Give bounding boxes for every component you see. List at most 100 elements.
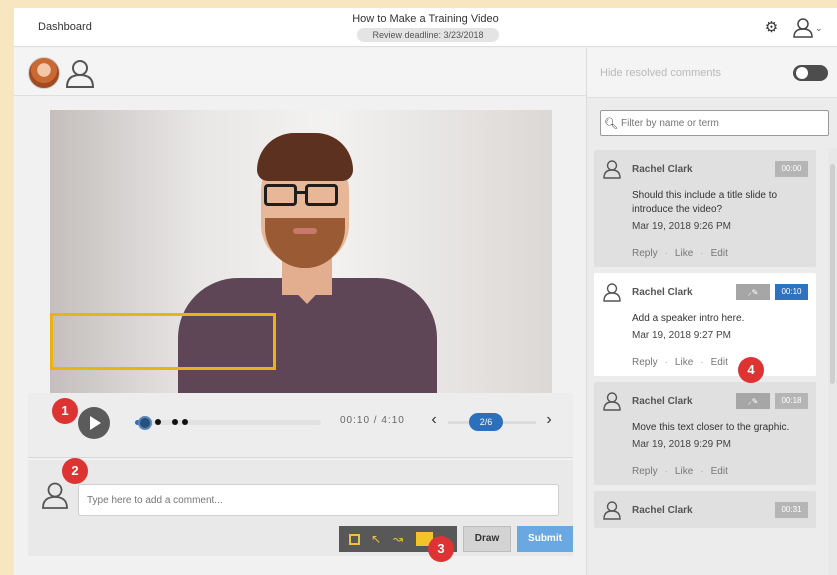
- header: Dashboard How to Make a Training Video R…: [14, 8, 837, 47]
- separator: ·: [700, 357, 704, 368]
- step-badge-3: 3: [428, 536, 454, 562]
- comment-actions: Reply · Like · Edit: [632, 466, 808, 477]
- pencil-icon[interactable]: ⸝✎: [736, 393, 770, 409]
- comment-date: Mar 19, 2018 9:29 PM: [632, 439, 731, 450]
- arrow-icon: ↖: [370, 532, 382, 546]
- reply-link[interactable]: Reply: [632, 248, 658, 259]
- separator: ·: [664, 466, 668, 477]
- previous-comment-button[interactable]: ‹: [427, 411, 441, 429]
- video-person-collar: [282, 278, 332, 304]
- video-person-glasses-left: [264, 184, 297, 206]
- user-icon: [602, 391, 622, 411]
- pencil-icon[interactable]: ⸝✎: [736, 284, 770, 300]
- review-app: Dashboard How to Make a Training Video R…: [14, 8, 837, 575]
- avatar-participant-photo[interactable]: [28, 57, 60, 89]
- filter-input[interactable]: [621, 117, 821, 129]
- comment-list: Rachel Clark 00:00 Should this include a t…: [594, 150, 816, 534]
- comment-header: Rachel Clark 00:00: [602, 159, 808, 179]
- comment-nav-indicator: 2/6: [469, 413, 503, 431]
- reply-link[interactable]: Reply: [632, 466, 658, 477]
- user-icon: [602, 282, 622, 302]
- step-badge-4: 4: [738, 357, 764, 383]
- comment-list-scrollbar[interactable]: [828, 148, 837, 575]
- drawing-annotation-rectangle[interactable]: [50, 313, 276, 370]
- chevron-down-icon: ⌄: [815, 22, 823, 33]
- scrub-handle[interactable]: [138, 416, 153, 430]
- avatar-current-user: [40, 480, 70, 510]
- avatar-generic-user[interactable]: [64, 57, 96, 89]
- comment-author: Rachel Clark: [632, 286, 693, 298]
- video-person-mouth: [293, 228, 317, 234]
- page-title: How to Make a Training Video: [352, 13, 499, 25]
- user-menu-button[interactable]: ⌄: [792, 17, 826, 39]
- player-controls: 00:10 / 4:10 ‹ 2/6 ›: [28, 393, 573, 458]
- comment-composer: ↖ ↝ ▼ Draw Submit: [28, 460, 573, 556]
- comment-card[interactable]: Rachel Clark ⸝✎ 00:18 Move this text closer…: [594, 382, 816, 485]
- freehand-icon: ↝: [392, 532, 404, 546]
- user-icon: [602, 500, 622, 520]
- scrub-bar[interactable]: [135, 416, 321, 430]
- comment-input[interactable]: [78, 484, 559, 516]
- scrollbar-thumb[interactable]: [830, 164, 835, 384]
- edit-link[interactable]: Edit: [711, 466, 728, 477]
- comment-card[interactable]: Rachel Clark 00:31: [594, 491, 816, 528]
- separator: ·: [700, 248, 704, 259]
- video-frame[interactable]: [50, 110, 552, 393]
- comment-date: Mar 19, 2018 9:27 PM: [632, 330, 731, 341]
- comment-text: Move this text closer to the graphic.: [632, 422, 790, 433]
- edit-link[interactable]: Edit: [711, 357, 728, 368]
- comment-marker[interactable]: [155, 419, 162, 425]
- video-person-hair: [257, 133, 353, 181]
- comment-author: Rachel Clark: [632, 163, 693, 175]
- like-link[interactable]: Like: [675, 466, 693, 477]
- edit-link[interactable]: Edit: [711, 248, 728, 259]
- comment-header: Rachel Clark ⸝✎ 00:10: [602, 282, 808, 302]
- comment-timestamp-badge[interactable]: 00:18: [775, 393, 808, 409]
- hide-resolved-toggle[interactable]: [793, 65, 828, 81]
- separator: ·: [700, 466, 704, 477]
- comment-card[interactable]: Rachel Clark 00:00 Should this include a t…: [594, 150, 816, 267]
- reply-link[interactable]: Reply: [632, 357, 658, 368]
- user-icon: [602, 159, 622, 179]
- search-icon: 🔍︎: [604, 117, 618, 130]
- comment-author: Rachel Clark: [632, 504, 693, 516]
- comment-card[interactable]: Rachel Clark ⸝✎ 00:10 Add a speaker intro h…: [594, 273, 816, 376]
- comment-timestamp-badge[interactable]: 00:31: [775, 502, 808, 518]
- like-link[interactable]: Like: [675, 248, 693, 259]
- freehand-tool-button[interactable]: ↝: [387, 528, 409, 550]
- comment-marker[interactable]: [181, 419, 188, 425]
- comment-author: Rachel Clark: [632, 395, 693, 407]
- hide-resolved-label: Hide resolved comments: [600, 67, 722, 79]
- rectangle-tool-button[interactable]: [343, 528, 365, 550]
- comment-header: Rachel Clark ⸝✎ 00:18: [602, 391, 808, 411]
- draw-button[interactable]: Draw: [463, 526, 511, 552]
- comment-timestamp-badge[interactable]: 00:10: [775, 284, 808, 300]
- user-icon: [793, 18, 813, 38]
- deadline-badge: Review deadline: 3/23/2018: [357, 28, 499, 42]
- comment-timestamp-badge[interactable]: 00:00: [775, 161, 808, 177]
- like-link[interactable]: Like: [675, 357, 693, 368]
- submit-button[interactable]: Submit: [517, 526, 573, 552]
- comment-header: Rachel Clark 00:31: [602, 500, 808, 520]
- video-person-glasses-bridge: [297, 191, 305, 194]
- step-badge-1: 1: [52, 398, 78, 424]
- user-icon: [42, 482, 68, 509]
- gear-icon[interactable]: ⚙: [763, 19, 780, 36]
- timecode: 00:10 / 4:10: [340, 415, 405, 426]
- comment-actions: Reply · Like · Edit: [632, 248, 808, 259]
- next-comment-button[interactable]: ›: [542, 411, 556, 429]
- comments-panel: Hide resolved comments 🔍︎ Rachel Clark 00…: [586, 48, 837, 575]
- comment-text: Add a speaker intro here.: [632, 313, 745, 324]
- step-badge-2: 2: [62, 458, 88, 484]
- comment-marker[interactable]: [172, 419, 179, 425]
- rectangle-icon: [348, 533, 360, 545]
- resolved-filter-bar: Hide resolved comments: [587, 48, 837, 98]
- user-icon: [65, 60, 95, 88]
- filter-box: 🔍︎: [600, 110, 829, 136]
- participants-bar: [14, 48, 586, 96]
- arrow-tool-button[interactable]: ↖: [365, 528, 387, 550]
- comment-date: Mar 19, 2018 9:26 PM: [632, 221, 731, 232]
- play-button[interactable]: [78, 407, 110, 439]
- comment-actions: Reply · Like · Edit: [632, 357, 808, 368]
- separator: ·: [664, 248, 668, 259]
